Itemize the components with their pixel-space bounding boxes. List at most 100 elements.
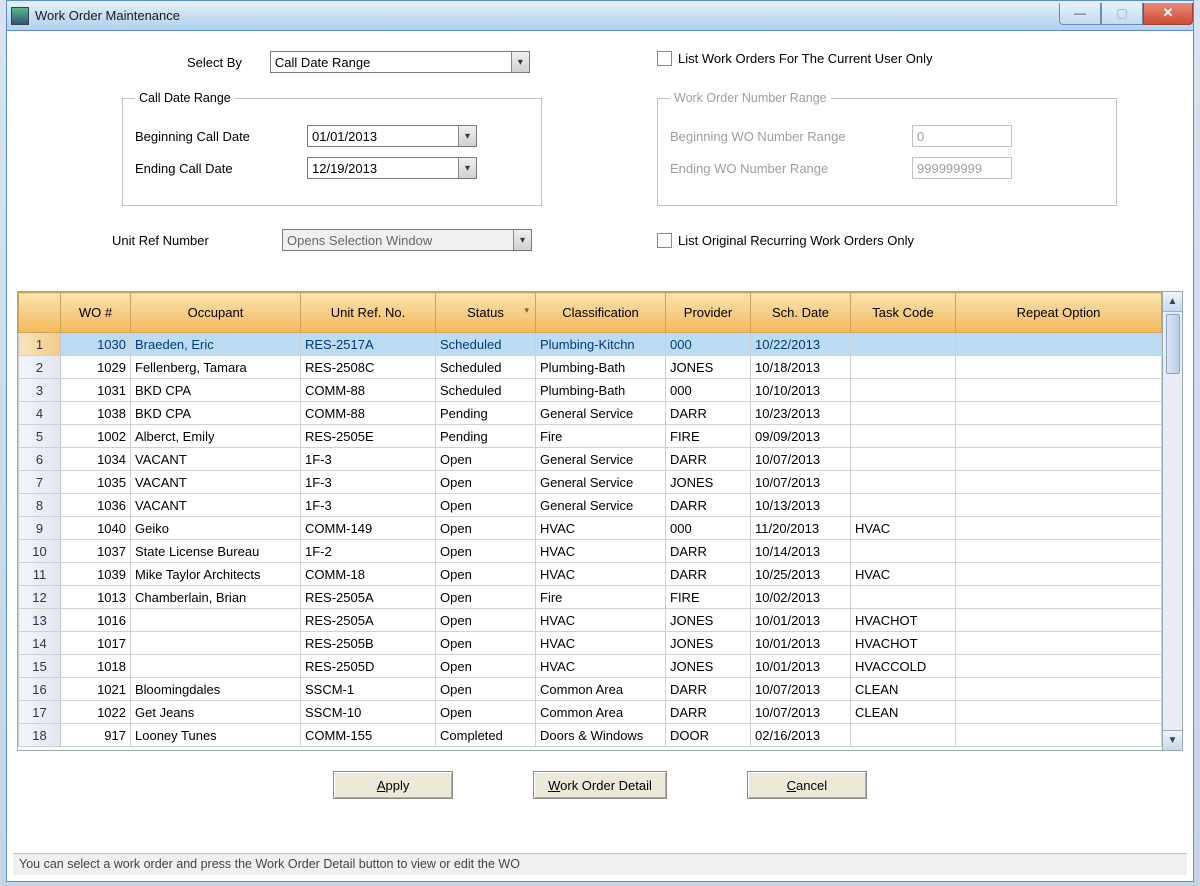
- cell[interactable]: [956, 701, 1162, 724]
- select-by-value[interactable]: [270, 51, 530, 73]
- maximize-button[interactable]: ▢: [1101, 3, 1143, 25]
- row-number-cell[interactable]: 3: [19, 379, 61, 402]
- row-number-cell[interactable]: 10: [19, 540, 61, 563]
- table-row[interactable]: 111039Mike Taylor ArchitectsCOMM-18OpenH…: [19, 563, 1162, 586]
- cell[interactable]: General Service: [536, 471, 666, 494]
- cell[interactable]: 02/16/2013: [751, 724, 851, 747]
- cell[interactable]: HVAC: [536, 517, 666, 540]
- row-number-cell[interactable]: 8: [19, 494, 61, 517]
- cell[interactable]: JONES: [666, 356, 751, 379]
- end-call-date-field[interactable]: [307, 157, 477, 179]
- cell[interactable]: Common Area: [536, 678, 666, 701]
- cell[interactable]: Scheduled: [436, 379, 536, 402]
- cell[interactable]: SSCM-1: [301, 678, 436, 701]
- cell[interactable]: 10/07/2013: [751, 701, 851, 724]
- table-row[interactable]: 161021BloomingdalesSSCM-1OpenCommon Area…: [19, 678, 1162, 701]
- cell[interactable]: Scheduled: [436, 356, 536, 379]
- cell[interactable]: Braeden, Eric: [131, 333, 301, 356]
- cell[interactable]: 1F-3: [301, 471, 436, 494]
- cell[interactable]: 1017: [61, 632, 131, 655]
- column-header[interactable]: Occupant: [131, 293, 301, 333]
- cell[interactable]: HVACHOT: [851, 609, 956, 632]
- cell[interactable]: RES-2505A: [301, 586, 436, 609]
- table-row[interactable]: 121013Chamberlain, BrianRES-2505AOpenFir…: [19, 586, 1162, 609]
- table-row[interactable]: 51002Alberct, EmilyRES-2505EPendingFireF…: [19, 425, 1162, 448]
- cell[interactable]: Common Area: [536, 701, 666, 724]
- cell[interactable]: Plumbing-Bath: [536, 379, 666, 402]
- cell[interactable]: 1034: [61, 448, 131, 471]
- cell[interactable]: HVAC: [536, 609, 666, 632]
- cell[interactable]: Open: [436, 701, 536, 724]
- cell[interactable]: Pending: [436, 402, 536, 425]
- cell[interactable]: [956, 379, 1162, 402]
- cell[interactable]: 1037: [61, 540, 131, 563]
- cell[interactable]: 1031: [61, 379, 131, 402]
- cell[interactable]: Fire: [536, 586, 666, 609]
- minimize-button[interactable]: —: [1059, 3, 1101, 25]
- cell[interactable]: 000: [666, 379, 751, 402]
- table-row[interactable]: 101037State License Bureau1F-2OpenHVACDA…: [19, 540, 1162, 563]
- column-header[interactable]: Status▾: [436, 293, 536, 333]
- cell[interactable]: 10/01/2013: [751, 655, 851, 678]
- table-row[interactable]: 18917Looney TunesCOMM-155CompletedDoors …: [19, 724, 1162, 747]
- cell[interactable]: SSCM-10: [301, 701, 436, 724]
- cell[interactable]: 10/14/2013: [751, 540, 851, 563]
- cell[interactable]: [851, 356, 956, 379]
- begin-call-date-input[interactable]: [307, 125, 477, 147]
- cell[interactable]: COMM-88: [301, 402, 436, 425]
- cell[interactable]: Geiko: [131, 517, 301, 540]
- cell[interactable]: Get Jeans: [131, 701, 301, 724]
- cell[interactable]: DARR: [666, 540, 751, 563]
- cell[interactable]: RES-2517A: [301, 333, 436, 356]
- table-row[interactable]: 11030Braeden, EricRES-2517AScheduledPlum…: [19, 333, 1162, 356]
- row-number-cell[interactable]: 13: [19, 609, 61, 632]
- cell[interactable]: Looney Tunes: [131, 724, 301, 747]
- table-row[interactable]: 151018RES-2505DOpenHVACJONES10/01/2013HV…: [19, 655, 1162, 678]
- cell[interactable]: [851, 333, 956, 356]
- cell[interactable]: HVAC: [536, 563, 666, 586]
- cell[interactable]: 1039: [61, 563, 131, 586]
- cell[interactable]: Open: [436, 517, 536, 540]
- cell[interactable]: 11/20/2013: [751, 517, 851, 540]
- row-number-cell[interactable]: 12: [19, 586, 61, 609]
- row-number-cell[interactable]: 14: [19, 632, 61, 655]
- cell[interactable]: Open: [436, 678, 536, 701]
- chevron-down-icon[interactable]: [458, 126, 476, 146]
- cell[interactable]: [851, 402, 956, 425]
- cell[interactable]: [956, 471, 1162, 494]
- row-number-cell[interactable]: 18: [19, 724, 61, 747]
- cell[interactable]: Bloomingdales: [131, 678, 301, 701]
- cell[interactable]: Fellenberg, Tamara: [131, 356, 301, 379]
- cell[interactable]: HVACHOT: [851, 632, 956, 655]
- cell[interactable]: Open: [436, 609, 536, 632]
- cell[interactable]: [956, 609, 1162, 632]
- cell[interactable]: General Service: [536, 402, 666, 425]
- cell[interactable]: [851, 471, 956, 494]
- table-row[interactable]: 81036VACANT1F-3OpenGeneral ServiceDARR10…: [19, 494, 1162, 517]
- cell[interactable]: [851, 724, 956, 747]
- row-number-cell[interactable]: 6: [19, 448, 61, 471]
- cell[interactable]: [956, 632, 1162, 655]
- row-number-cell[interactable]: 11: [19, 563, 61, 586]
- cell[interactable]: [851, 379, 956, 402]
- cell[interactable]: Alberct, Emily: [131, 425, 301, 448]
- cell[interactable]: JONES: [666, 471, 751, 494]
- cell[interactable]: JONES: [666, 632, 751, 655]
- cell[interactable]: Fire: [536, 425, 666, 448]
- cell[interactable]: JONES: [666, 609, 751, 632]
- cell[interactable]: [956, 540, 1162, 563]
- cell[interactable]: CLEAN: [851, 701, 956, 724]
- cell[interactable]: General Service: [536, 494, 666, 517]
- cell[interactable]: HVAC: [851, 517, 956, 540]
- work-order-grid[interactable]: WO #OccupantUnit Ref. No.Status▾Classifi…: [17, 291, 1163, 751]
- cell[interactable]: VACANT: [131, 471, 301, 494]
- cell[interactable]: DARR: [666, 701, 751, 724]
- cell[interactable]: [956, 333, 1162, 356]
- cell[interactable]: 917: [61, 724, 131, 747]
- cell[interactable]: 1035: [61, 471, 131, 494]
- cell[interactable]: [851, 586, 956, 609]
- column-header[interactable]: Classification: [536, 293, 666, 333]
- cell[interactable]: HVAC: [536, 540, 666, 563]
- cell[interactable]: RES-2505E: [301, 425, 436, 448]
- scroll-down-button[interactable]: ▼: [1163, 730, 1182, 750]
